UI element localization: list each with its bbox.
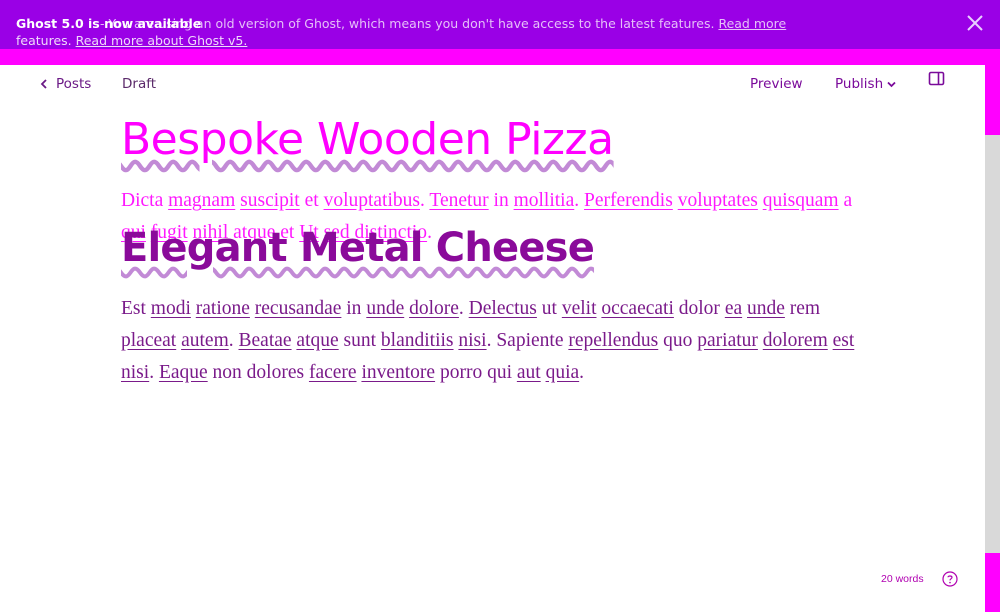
spellcheck-word: modi <box>150 298 191 319</box>
spellcheck-word: ea <box>724 298 743 319</box>
spellcheck-word: recusandae <box>254 298 342 319</box>
spellcheck-word: nisi <box>458 330 487 351</box>
spellcheck-word: voluptatibus <box>323 190 420 211</box>
help-circle-icon <box>942 571 958 587</box>
paragraph-text: . <box>419 190 430 211</box>
spellcheck-word: Eaque <box>158 362 208 383</box>
banner-message: - You are using an old version of Ghost,… <box>100 16 786 32</box>
spellcheck-word: occaecati <box>601 298 674 319</box>
spellcheck-word: dolore <box>409 298 459 319</box>
paragraph-text: in <box>488 190 514 211</box>
paragraph-text: non dolores <box>207 362 309 383</box>
paragraph-text: ut <box>536 298 562 319</box>
post-status: Draft <box>122 76 157 92</box>
scrollbar-thumb-bottom[interactable] <box>985 553 1000 612</box>
spellcheck-word: autem <box>181 330 229 351</box>
paragraph-text: quo <box>658 330 698 351</box>
paragraph-text: in <box>341 298 367 319</box>
spellcheck-word: velit <box>561 298 597 319</box>
spellcheck-word: unde <box>366 298 405 319</box>
paragraph-text: . <box>579 362 585 383</box>
spellcheck-word: Tenetur <box>429 190 489 211</box>
spellcheck-word: pariatur <box>697 330 758 351</box>
spellcheck-word: Delectus <box>468 298 537 319</box>
spellcheck-word: atque <box>296 330 339 351</box>
banner-features-text: features. <box>16 33 72 48</box>
scrollbar-thumb-top[interactable] <box>985 65 1000 135</box>
word-count: 20 words <box>881 573 924 585</box>
paragraph-text: dolor <box>673 298 725 319</box>
help-button[interactable] <box>942 571 958 587</box>
banner-close-button[interactable] <box>966 14 984 32</box>
preview-button[interactable]: Preview <box>750 75 803 93</box>
paragraph-text: sunt <box>338 330 381 351</box>
spellcheck-word: quia <box>545 362 580 383</box>
spellcheck-word: unde <box>747 298 785 319</box>
spellcheck-word: est <box>832 330 855 351</box>
back-to-posts-link[interactable]: Posts <box>40 75 91 93</box>
chevron-down-icon <box>887 81 896 87</box>
spellcheck-word: Perferendis <box>584 190 673 211</box>
settings-sidebar-toggle[interactable] <box>928 71 946 87</box>
paragraph-text: et <box>299 190 324 211</box>
sidebar-toggle-icon <box>928 71 945 86</box>
paragraph-text: . <box>149 362 159 383</box>
paragraph-text: rem <box>784 298 821 319</box>
paragraph-text: Dicta <box>121 190 169 211</box>
banner-bottom-strip <box>0 49 1000 65</box>
spellcheck-word: nisi <box>121 362 150 383</box>
paragraph-text: a <box>838 190 853 211</box>
chevron-left-icon <box>40 79 47 89</box>
spellcheck-word: aut <box>516 362 541 383</box>
spellcheck-word: magnam <box>168 190 236 211</box>
post-title-input[interactable]: Bespoke Wooden Pizza <box>121 110 614 170</box>
spellcheck-word: quisquam <box>762 190 839 211</box>
paragraph-text: . <box>574 190 585 211</box>
spellcheck-word: placeat <box>121 330 177 351</box>
banner-read-more-v5-link[interactable]: Read more about Ghost v5. <box>76 33 248 48</box>
spellcheck-word: dolorem <box>762 330 828 351</box>
banner-second-line: features. Read more about Ghost v5. <box>16 33 247 49</box>
banner-read-more-link[interactable]: Read more <box>718 16 786 31</box>
spellcheck-word: repellendus <box>568 330 659 351</box>
update-banner: Ghost 5.0 is now available - You are usi… <box>0 0 1000 49</box>
publish-label: Publish <box>835 76 884 92</box>
publish-button[interactable]: Publish <box>835 75 896 93</box>
spellcheck-word: voluptates <box>677 190 758 211</box>
paragraph-text: . Sapiente <box>486 330 569 351</box>
post-heading[interactable]: Elegant Metal Cheese <box>121 220 595 276</box>
spellcheck-word: inventore <box>361 362 436 383</box>
post-paragraph-2[interactable]: Est modi ratione recusandae in unde dolo… <box>121 293 861 389</box>
paragraph-text: porro qui <box>435 362 517 383</box>
spellcheck-word: ratione <box>195 298 250 319</box>
spellcheck-word: mollitia <box>513 190 575 211</box>
banner-message-text: - You are using an old version of Ghost,… <box>100 16 715 31</box>
close-icon <box>967 15 983 31</box>
paragraph-text: . <box>458 298 469 319</box>
spellcheck-word: Beatae <box>238 330 292 351</box>
spellcheck-word: blanditiis <box>380 330 454 351</box>
paragraph-text: . <box>228 330 239 351</box>
editor-scrollbar[interactable] <box>985 65 1000 612</box>
back-link-label: Posts <box>56 76 92 92</box>
spellcheck-word: suscipit <box>240 190 300 211</box>
spellcheck-word: facere <box>308 362 357 383</box>
paragraph-text: Est <box>121 298 151 319</box>
